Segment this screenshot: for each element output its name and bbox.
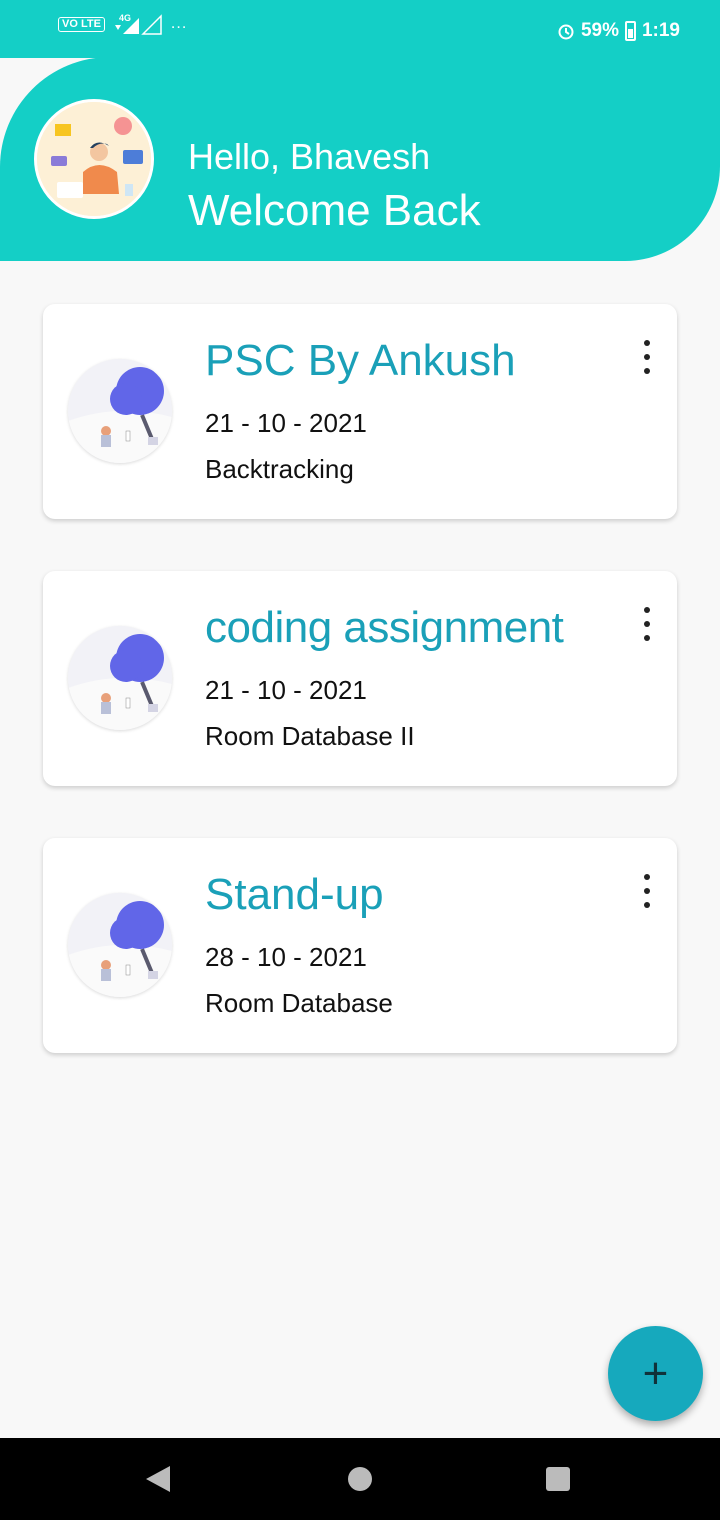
home-icon[interactable] [348,1467,372,1491]
battery-percent: 59% [580,20,619,41]
more-notifications: ... [170,15,188,32]
card-title: Stand-up [205,870,384,919]
avatar-illustration-icon [37,102,151,216]
alarm-icon [558,24,574,40]
status-right: 59% 1:19 [557,20,680,42]
add-icon: + [642,1348,669,1398]
avatar[interactable] [34,99,154,219]
card-date: 21 - 10 - 2021 [205,408,367,438]
more-vert-icon[interactable] [637,340,657,374]
card-title: coding assignment [205,603,564,652]
volte-icon: VO LTE [58,16,105,32]
status-left: VO LTE 4G ... [58,12,187,36]
network-type: 4G [119,13,131,23]
card-title: PSC By Ankush [205,336,516,385]
more-vert-icon[interactable] [637,874,657,908]
welcome-text: Welcome Back [188,186,481,235]
card-thumbnail [68,626,172,730]
tree-illustration-icon [68,626,172,730]
status-bar: VO LTE 4G ... 59% 1:19 [0,0,720,58]
tree-illustration-icon [68,893,172,997]
card-thumbnail [68,893,172,997]
meeting-card[interactable]: coding assignment 21 - 10 - 2021 Room Da… [43,571,677,786]
add-button[interactable]: + [608,1326,703,1421]
battery-icon [624,21,636,41]
more-vert-icon[interactable] [637,607,657,641]
meeting-card[interactable]: Stand-up 28 - 10 - 2021 Room Database [43,838,677,1053]
card-date: 28 - 10 - 2021 [205,942,367,972]
greeting: Hello, Bhavesh [188,136,431,177]
card-subtitle: Backtracking [205,454,354,484]
navigation-bar [0,1438,720,1520]
tree-illustration-icon [68,359,172,463]
signal-icon: 4G [114,13,162,35]
clock: 1:19 [641,20,680,41]
card-thumbnail [68,359,172,463]
card-date: 21 - 10 - 2021 [205,675,367,705]
back-icon[interactable] [146,1466,170,1492]
card-subtitle: Room Database II [205,721,415,751]
recents-icon[interactable] [546,1467,570,1491]
card-subtitle: Room Database [205,988,393,1018]
meeting-card[interactable]: PSC By Ankush 21 - 10 - 2021 Backtrackin… [43,304,677,519]
